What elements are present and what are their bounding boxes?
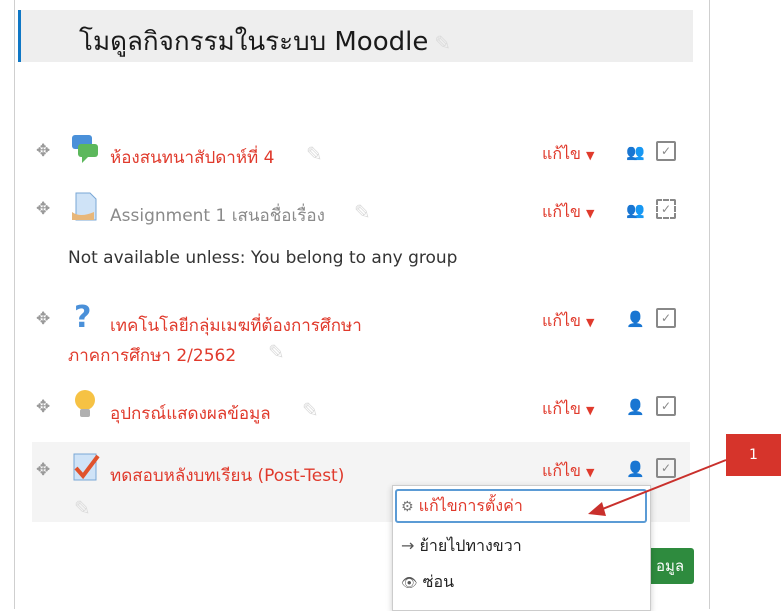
activity-title[interactable]: เทคโนโลยีกลุ่มเมฆที่ต้องการศึกษา — [110, 312, 362, 339]
edit-menu-toggle[interactable]: แก้ไข ▼ — [542, 459, 594, 484]
edit-menu-toggle[interactable]: แก้ไข ▼ — [542, 309, 594, 334]
edit-pencil-icon[interactable]: ✎ — [302, 398, 319, 422]
edit-pencil-icon[interactable]: ✎ — [306, 142, 323, 166]
user-icon[interactable]: 👤 — [626, 398, 645, 416]
completion-checkbox-icon[interactable]: ✓ — [656, 141, 676, 161]
completion-checkbox-icon[interactable]: ✓ — [656, 199, 676, 219]
move-icon[interactable]: ✥ — [36, 397, 50, 417]
gear-icon: ⚙ — [401, 499, 414, 515]
edit-pencil-icon[interactable]: ✎ — [434, 31, 451, 55]
activity-title-line2[interactable]: ภาคการศึกษา 2/2562 — [68, 342, 236, 369]
completion-checkbox-icon[interactable]: ✓ — [656, 308, 676, 328]
section-title: โมดูลกิจกรรมในระบบ Moodle ✎ — [79, 27, 452, 57]
edit-dropdown-menu: ⚙ แก้ไขการตั้งค่า → ย้ายไปทางขวา 👁 ซ่อน — [392, 485, 651, 611]
completion-checkbox-icon[interactable]: ✓ — [656, 458, 676, 478]
green-action-button[interactable]: อมูล — [646, 548, 694, 584]
activity-title[interactable]: Assignment 1 เสนอชื่อเรื่อง — [110, 202, 325, 229]
lightbulb-icon — [75, 390, 95, 417]
assignment-icon — [72, 192, 97, 221]
edit-pencil-icon[interactable]: ✎ — [354, 200, 371, 224]
user-icon[interactable]: 👤 — [626, 310, 645, 328]
menu-item-hide[interactable]: 👁 ซ่อน — [401, 570, 454, 595]
group-icon[interactable]: 👥 — [626, 143, 645, 161]
menu-item-edit-settings[interactable]: ⚙ แก้ไขการตั้งค่า — [395, 489, 647, 523]
completion-checkbox-icon[interactable]: ✓ — [656, 396, 676, 416]
edit-pencil-icon[interactable]: ✎ — [268, 340, 285, 364]
edit-menu-toggle[interactable]: แก้ไข ▼ — [542, 142, 594, 167]
activity-title[interactable]: ทดสอบหลังบทเรียน (Post-Test) — [110, 462, 344, 489]
user-icon[interactable]: 👤 — [626, 460, 645, 478]
arrow-right-icon: → — [401, 536, 415, 555]
move-icon[interactable]: ✥ — [36, 460, 50, 480]
move-icon[interactable]: ✥ — [36, 199, 50, 219]
edit-menu-toggle[interactable]: แก้ไข ▼ — [542, 397, 594, 422]
edit-menu-toggle[interactable]: แก้ไข ▼ — [542, 200, 594, 225]
chat-icon — [72, 135, 98, 163]
eye-icon: 👁 — [401, 576, 418, 591]
activity-title[interactable]: อุปกรณ์แสดงผลข้อมูล — [110, 400, 271, 427]
move-icon[interactable]: ✥ — [36, 141, 50, 161]
quiz-icon — [73, 453, 100, 481]
activity-title[interactable]: ห้องสนทนาสัปดาห์ที่ 4 — [110, 144, 274, 171]
move-icon[interactable]: ✥ — [36, 309, 50, 329]
section-header: โมดูลกิจกรรมในระบบ Moodle ✎ — [18, 10, 693, 62]
group-icon[interactable]: 👥 — [626, 201, 645, 219]
question-icon: ? — [74, 300, 92, 335]
edit-pencil-icon[interactable]: ✎ — [74, 496, 91, 520]
availability-restriction: Not available unless: You belong to any … — [68, 248, 458, 268]
callout-number-box: 1 — [726, 434, 781, 476]
menu-item-move-right[interactable]: → ย้ายไปทางขวา — [401, 534, 522, 559]
